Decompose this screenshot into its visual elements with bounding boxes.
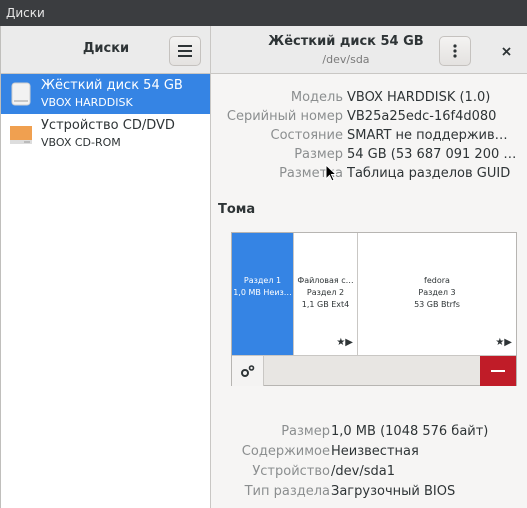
app-title: Диски (82, 41, 130, 56)
volumes-map: Раздел 1 1,0 MB Неиз… Файловая с… Раздел… (231, 232, 517, 386)
serial-value: VB25a25edc-16f4d080 (347, 109, 497, 124)
part-device-label: Устройство (252, 464, 330, 479)
part-type-label: Тип раздела (244, 484, 330, 499)
partition-2-text: Файловая с… Раздел 2 1,1 GB Ext4 (294, 275, 357, 311)
part-size-value: 1,0 MB (1048 576 байт) (331, 424, 489, 439)
partition-1-text: Раздел 1 1,0 MB Неиз… (232, 275, 293, 299)
model-label: Модель (290, 90, 343, 105)
delete-partition-button[interactable] (480, 356, 516, 386)
volumes-section-title: Тома (218, 202, 256, 217)
partition-settings-button[interactable] (232, 356, 264, 386)
close-icon (501, 46, 511, 56)
partition-3-flags-icon: ★▶ (495, 337, 512, 348)
disk-subtitle: /dev/sda (322, 53, 370, 66)
disks-window: Диски Жёсткий диск 54 GB /dev/sda Жёстки… (0, 26, 527, 508)
partition-3-size: 53 GB Btrfs (414, 300, 460, 309)
part-size-label: Размер (281, 424, 330, 439)
partition-3-text: fedora Раздел 3 53 GB Btrfs (358, 275, 516, 311)
vertical-dots-icon (453, 44, 457, 58)
partition-2-block[interactable]: Файловая с… Раздел 2 1,1 GB Ext4 ★▶ (294, 233, 358, 355)
part-content-label: Содержимое (241, 444, 330, 459)
partition-2-filesystem: Файловая с… (297, 276, 354, 285)
hard-disk-icon (11, 82, 31, 106)
hamburger-menu-icon (178, 45, 192, 57)
disk-item-cd-dvd[interactable]: Устройство CD/DVD VBOX CD-ROM (1, 114, 210, 154)
disk-list-sidebar: Жёсткий диск 54 GB VBOX HARDDISK Устройс… (1, 74, 211, 508)
partition-2-flags-icon: ★▶ (336, 337, 353, 348)
header-bar: Диски Жёсткий диск 54 GB /dev/sda (1, 26, 527, 74)
state-label: Состояние (270, 128, 343, 143)
app-menu-button[interactable] (169, 36, 201, 66)
part-device-value: /dev/sda1 (331, 464, 395, 479)
disk-item-model: VBOX HARDDISK (41, 96, 133, 109)
gears-icon (240, 365, 254, 377)
mouse-pointer-icon (325, 164, 337, 182)
disk-item-name: Устройство CD/DVD (41, 118, 175, 133)
window-title: Диски (6, 6, 45, 20)
partition-1-name: Раздел 1 (243, 276, 282, 285)
header-left: Диски (1, 26, 211, 74)
close-button[interactable] (493, 38, 519, 64)
partition-2-name: Раздел 2 (306, 288, 345, 297)
partition-1-size: 1,0 MB Неиз… (233, 288, 292, 297)
disk-details-panel: Модель VBOX HARDDISK (1.0) Серийный номе… (211, 74, 527, 508)
minus-icon (491, 370, 505, 372)
model-value: VBOX HARDDISK (1.0) (347, 90, 491, 105)
volume-toolbar (232, 355, 516, 386)
size-value: 54 GB (53 687 091 200 … (347, 147, 517, 162)
disk-item-hard-disk[interactable]: Жёсткий диск 54 GB VBOX HARDDISK (1, 74, 210, 114)
partition-3-name: Раздел 3 (418, 288, 456, 297)
part-content-value: Неизвестная (331, 444, 419, 459)
size-label: Размер (294, 147, 343, 162)
disk-title: Жёсткий диск 54 GB (268, 34, 424, 49)
partitioning-value: Таблица разделов GUID (347, 166, 511, 181)
disk-menu-button[interactable] (439, 36, 471, 66)
disk-item-model: VBOX CD-ROM (41, 136, 121, 149)
partition-3-block[interactable]: fedora Раздел 3 53 GB Btrfs ★▶ (358, 233, 516, 355)
partition-3-label: fedora (424, 276, 450, 285)
serial-label: Серийный номер (226, 109, 343, 124)
partition-1-block[interactable]: Раздел 1 1,0 MB Неиз… (232, 233, 294, 355)
optical-drive-icon (10, 126, 32, 144)
partition-2-size: 1,1 GB Ext4 (301, 300, 350, 309)
window-titlebar: Диски (0, 0, 527, 26)
disk-item-name: Жёсткий диск 54 GB (41, 78, 183, 93)
state-value: SMART не поддержив… (347, 128, 508, 143)
part-type-value: Загрузочный BIOS (331, 484, 456, 499)
